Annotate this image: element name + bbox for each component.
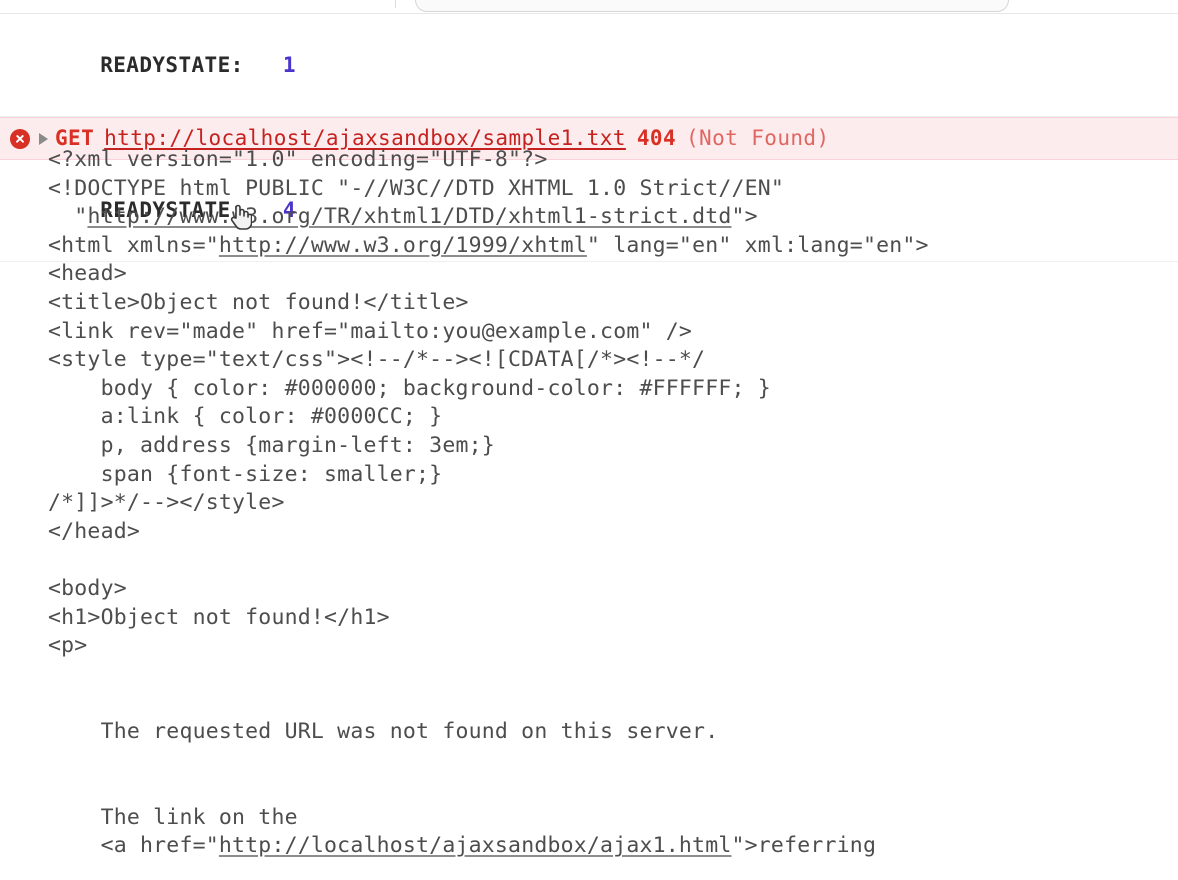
error-circle-icon — [10, 128, 30, 149]
source-line: <p> — [48, 633, 88, 659]
source-line: <?xml version="1.0" encoding="UTF-8"?> — [48, 147, 548, 172]
source-line: The link on the — [48, 804, 298, 830]
source-line: <head> — [48, 261, 127, 287]
readystate-label: READYSTATE: — [100, 53, 244, 77]
source-line: <link rev="made" href="mailto:you@exampl… — [48, 318, 693, 344]
source-line — [48, 775, 1178, 804]
devtools-toolbar-strip — [0, 0, 1178, 14]
source-line: <html xmlns="http://www.w3.org/1999/xhtm… — [48, 232, 929, 258]
source-line: body { color: #000000; background-color:… — [48, 375, 771, 401]
source-line — [48, 661, 1178, 690]
console-row-log[interactable]: READYSTATE: 1 — [0, 15, 1178, 117]
response-source-dump: <?xml version="1.0" encoding="UTF-8"?> <!… — [48, 146, 1178, 861]
source-line: <a href="http://localhost/ajaxsandbox/aj… — [48, 833, 877, 859]
source-line: "http://www.w3.org/TR/xhtml1/DTD/xhtml1-… — [48, 204, 758, 230]
disclosure-triangle-icon[interactable] — [39, 132, 48, 145]
source-line: <title>Object not found!</title> — [48, 289, 469, 315]
source-line: <style type="text/css"><!--/*--><![CDATA… — [48, 347, 706, 373]
source-line: <body> — [48, 575, 127, 601]
source-line: p, address {margin-left: 3em;} — [48, 432, 495, 458]
source-line: span {font-size: smaller;} — [48, 461, 443, 487]
readystate-value: 1 — [282, 53, 296, 77]
source-line: </head> — [48, 518, 141, 544]
source-url-link[interactable]: http://www.w3.org/1999/xhtml — [219, 233, 587, 258]
source-line: /*]]>*/--></style> — [48, 490, 285, 516]
source-line: The requested URL was not found on this … — [48, 718, 719, 744]
source-line: <h1>Object not found!</h1> — [48, 604, 390, 630]
source-url-link[interactable]: http://localhost/ajaxsandbox/ajax1.html — [219, 833, 732, 858]
source-url-link[interactable]: http://www.w3.org/TR/xhtml1/DTD/xhtml1-s… — [87, 204, 731, 229]
source-line — [48, 746, 1178, 775]
source-line — [48, 689, 1178, 718]
source-line: a:link { color: #0000CC; } — [48, 404, 443, 430]
source-line — [48, 546, 1178, 575]
toolbar-divider — [395, 0, 396, 8]
console-filter-input[interactable] — [415, 0, 1009, 12]
source-line: <!DOCTYPE html PUBLIC "-//W3C//DTD XHTML… — [48, 175, 785, 201]
